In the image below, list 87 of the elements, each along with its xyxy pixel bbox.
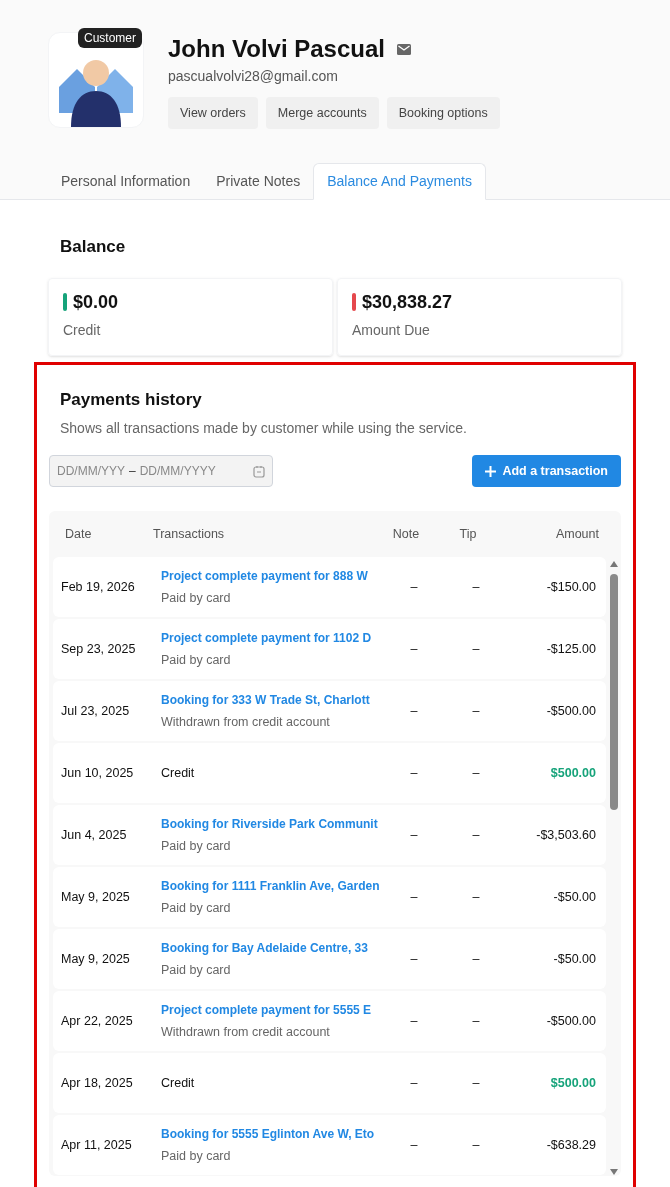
date-cell-text: Apr 18, 2025	[60, 1074, 134, 1092]
amount-cell-text: -$125.00	[545, 640, 596, 658]
note-cell-text: –	[409, 1136, 419, 1154]
range-separator: –	[129, 463, 136, 480]
plus-icon	[485, 465, 497, 477]
transaction-link[interactable]: Project complete payment for 1102 D	[161, 628, 383, 647]
amount-cell-text: -$638.29	[545, 1136, 596, 1154]
note-cell-text: –	[409, 702, 419, 720]
payment-method: Withdrawn from credit account	[161, 1023, 331, 1041]
column-header: Date	[64, 525, 93, 543]
payment-method: Paid by card	[161, 899, 232, 917]
tip-cell-text: –	[471, 702, 481, 720]
date-cell-text: Jun 4, 2025	[60, 826, 128, 844]
amount-cell-text: $500.00	[549, 1074, 596, 1092]
mail-icon[interactable]	[396, 43, 411, 55]
note-cell-text: –	[409, 1074, 419, 1092]
amount-cell-text: -$3,503.60	[535, 826, 596, 844]
balance-label: Amount Due	[352, 320, 431, 340]
tip-cell-text: –	[471, 1136, 481, 1154]
payment-method: Withdrawn from credit account	[161, 713, 331, 731]
transaction-link[interactable]: Project complete payment for 888 W	[161, 566, 383, 585]
balance-value: $0.00	[73, 290, 119, 314]
balance-label: Credit	[63, 320, 102, 340]
tip-cell-text: –	[471, 764, 481, 782]
tab[interactable]: Personal Information	[48, 163, 204, 199]
transaction-link[interactable]: Booking for 5555 Eglinton Ave W, Eto	[161, 1124, 383, 1143]
customer-name: John Volvi Pascual	[168, 34, 385, 64]
payment-method: Paid by card	[161, 961, 232, 979]
note-cell-text: –	[409, 578, 419, 596]
date-cell-text: Sep 23, 2025	[60, 640, 137, 658]
column-header: Transactions	[153, 525, 226, 543]
transaction-link[interactable]: Booking for 333 W Trade St, Charlott	[161, 690, 383, 709]
date-cell-text: Apr 22, 2025	[60, 1012, 134, 1030]
note-cell-text: –	[409, 764, 419, 782]
tip-cell-text: –	[471, 826, 481, 844]
tip-cell-text: –	[471, 888, 481, 906]
amount-cell-text: -$50.00	[552, 950, 596, 968]
balance-heading: Balance	[60, 236, 127, 258]
balance-value: $30,838.27	[362, 290, 453, 314]
date-cell-text: Apr 11, 2025	[60, 1136, 133, 1154]
action-button[interactable]: Booking options	[386, 97, 500, 129]
customer-badge: Customer	[78, 28, 142, 48]
payment-method: Paid by card	[161, 837, 232, 855]
transaction-link[interactable]: Booking for Bay Adelaide Centre, 33	[161, 938, 383, 957]
date-cell-text: Feb 19, 2026	[60, 578, 136, 596]
column-header: Note	[391, 525, 421, 543]
column-header: Amount	[554, 525, 599, 543]
tab[interactable]: Balance And Payments	[313, 163, 486, 200]
amount-cell-text: -$50.00	[552, 888, 596, 906]
note-cell-text: –	[409, 826, 419, 844]
tip-cell-text: –	[471, 1074, 481, 1092]
payment-method: Paid by card	[161, 589, 232, 607]
column-header: Tip	[458, 525, 478, 543]
date-cell-text: May 9, 2025	[60, 950, 131, 968]
amount-cell-text: -$500.00	[545, 702, 596, 720]
tab[interactable]: Private Notes	[203, 163, 314, 199]
payment-method: Paid by card	[161, 651, 232, 669]
customer-email: pascualvolvi28@gmail.com	[168, 67, 339, 86]
section-description: Shows all transactions made by customer while using the service.	[60, 419, 468, 438]
date-cell-text: May 9, 2025	[60, 888, 131, 906]
note-cell-text: –	[409, 888, 419, 906]
add-transaction-button[interactable]: Add a transaction	[472, 455, 621, 487]
note-cell-text: –	[409, 1012, 419, 1030]
amount-cell-text: -$500.00	[545, 1012, 596, 1030]
date-cell-text: Jun 10, 2025	[60, 764, 135, 782]
transaction-link[interactable]: Booking for 1111 Franklin Ave, Garden	[161, 876, 383, 895]
end-date-placeholder: DD/MM/YYYY	[139, 463, 216, 480]
date-cell-text: Jul 23, 2025	[60, 702, 131, 720]
payment-method: Paid by card	[161, 1147, 232, 1165]
transaction-title: Credit	[161, 764, 196, 782]
note-cell-text: –	[409, 640, 419, 658]
tip-cell-text: –	[471, 578, 481, 596]
transaction-title: Credit	[161, 1074, 196, 1092]
transaction-link[interactable]: Project complete payment for 5555 E	[161, 1000, 383, 1019]
start-date-placeholder: DD/MM/YYY	[57, 463, 125, 480]
tip-cell-text: –	[471, 1012, 481, 1030]
action-button[interactable]: Merge accounts	[265, 97, 379, 129]
action-button[interactable]: View orders	[168, 97, 258, 129]
tip-cell-text: –	[471, 640, 481, 658]
section-heading: Payments history	[60, 388, 203, 411]
tip-cell-text: –	[471, 950, 481, 968]
amount-cell-text: -$150.00	[545, 578, 596, 596]
calendar-icon	[253, 464, 265, 478]
note-cell-text: –	[409, 950, 419, 968]
transaction-link[interactable]: Booking for Riverside Park Communit	[161, 814, 383, 833]
date-range-field[interactable]: DD/MM/YYY – DD/MM/YYYY	[49, 455, 273, 487]
amount-cell-text: $500.00	[549, 764, 596, 782]
